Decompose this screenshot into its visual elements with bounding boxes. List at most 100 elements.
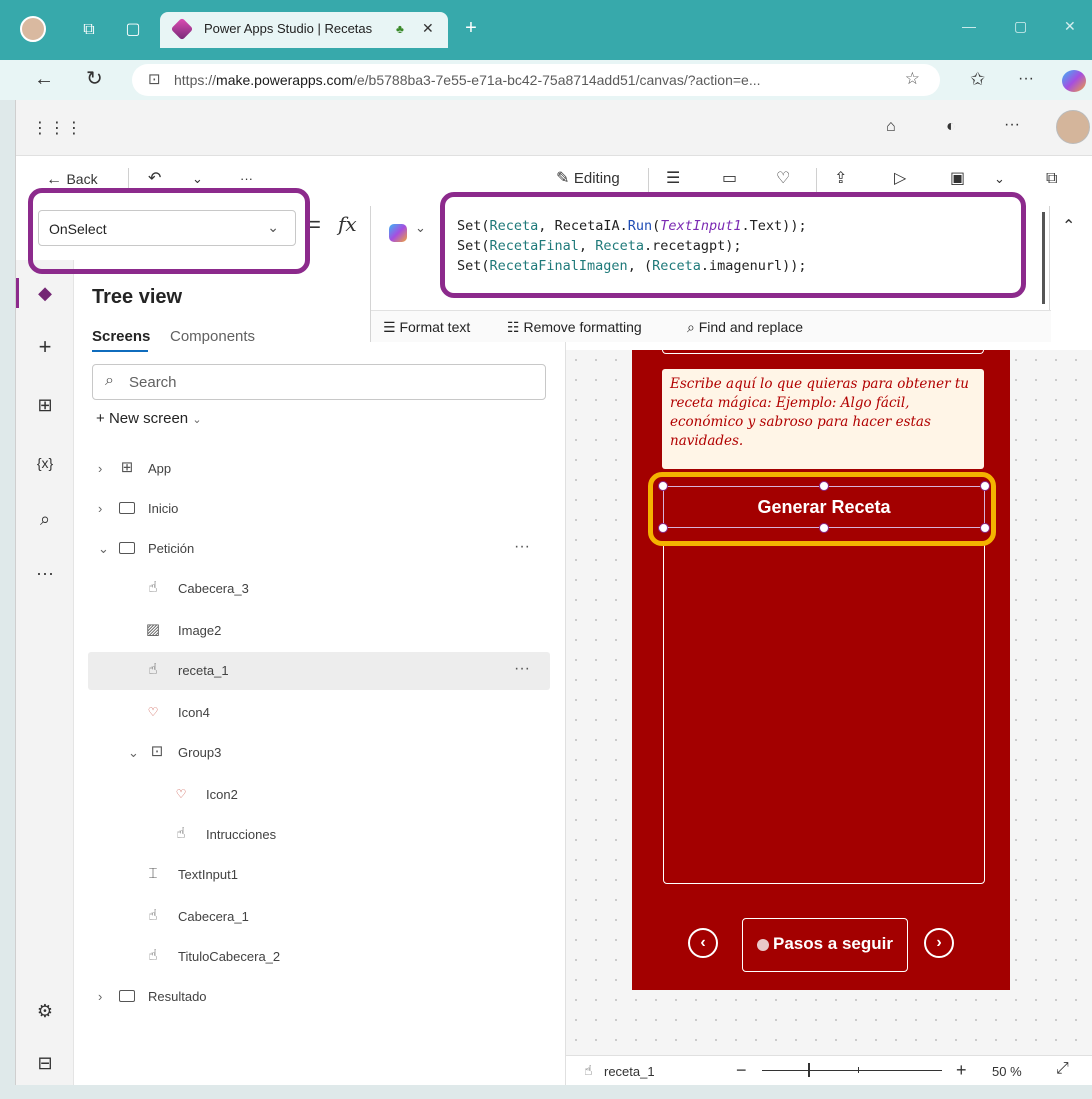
property-dropdown[interactable]: OnSelect ⌄: [38, 210, 296, 246]
next-circle-icon[interactable]: ›: [924, 928, 954, 958]
node-label: TextInput1: [178, 867, 238, 882]
zoom-slider[interactable]: [762, 1063, 942, 1077]
prompt-text-input[interactable]: Escribe aquí lo que quieras para obtener…: [662, 369, 984, 469]
more-options-icon[interactable]: ···: [1018, 68, 1034, 90]
zoom-slider-tick: [858, 1067, 859, 1073]
tree-node-resultado[interactable]: › Resultado: [88, 978, 550, 1016]
generar-receta-button[interactable]: Generar Receta: [663, 486, 985, 528]
tree-node-titulocabecera-2[interactable]: ☝ TituloCabecera_2: [88, 938, 550, 976]
favorites-icon[interactable]: ✩: [970, 68, 985, 90]
copilot-formula-icon[interactable]: [389, 224, 407, 242]
chevron-right-icon[interactable]: ›: [98, 501, 102, 516]
tree-node-app[interactable]: › ⊞ App: [88, 450, 550, 488]
copilot-dropdown-icon[interactable]: ⌄: [415, 220, 426, 236]
zoom-out-icon[interactable]: −: [736, 1060, 747, 1081]
preview-icon[interactable]: ▷: [894, 170, 906, 188]
node-label: Petición: [148, 541, 195, 556]
resize-handle[interactable]: [658, 481, 668, 491]
node-more-icon[interactable]: ···: [514, 660, 530, 678]
tree-node-image2[interactable]: ▨ Image2: [88, 612, 550, 650]
close-window-icon[interactable]: ✕: [1064, 18, 1076, 35]
tree-node-cabecera-3[interactable]: ☝ Cabecera_3: [88, 570, 550, 608]
tree-node-textinput1[interactable]: ⌶ TextInput1: [88, 856, 550, 894]
tree-node-inicio[interactable]: › Inicio: [88, 490, 550, 528]
back-button[interactable]: ← Back: [46, 170, 98, 189]
editor-scrollbar[interactable]: [1042, 212, 1045, 304]
browser-tab-active[interactable]: Power Apps Studio | Recetas ♣ ✕: [160, 12, 448, 48]
environment-icon[interactable]: ⌂: [886, 118, 896, 136]
tree-node-intrucciones[interactable]: ☝ Intrucciones: [88, 816, 550, 854]
back-label: Back: [66, 171, 98, 187]
comments-icon[interactable]: ▭: [722, 170, 737, 188]
app-checker-icon[interactable]: ♡: [776, 170, 790, 188]
undo-icon[interactable]: ↶: [148, 170, 161, 188]
app-launcher-icon[interactable]: ⋮⋮⋮: [32, 118, 83, 138]
remove-formatting-button[interactable]: ☷ Remove formatting: [507, 319, 642, 336]
chevron-right-icon[interactable]: ›: [98, 989, 102, 1004]
copilot-icon[interactable]: [1062, 70, 1086, 92]
new-tab-icon[interactable]: +: [460, 18, 482, 40]
save-icon[interactable]: ▣: [950, 170, 965, 188]
resize-handle[interactable]: [980, 481, 990, 491]
zoom-slider-thumb[interactable]: [808, 1063, 810, 1077]
user-avatar[interactable]: [1056, 110, 1090, 144]
fit-to-window-icon[interactable]: ⤢: [1056, 1060, 1069, 1078]
editing-button[interactable]: ✎ Editing: [556, 170, 620, 188]
variables-icon[interactable]: {x}: [32, 450, 58, 476]
refresh-icon[interactable]: ↻: [86, 68, 103, 90]
layers-icon[interactable]: ◆: [32, 280, 58, 306]
tree-node-peticion[interactable]: ⌄ Petición ···: [88, 530, 550, 568]
tab-components[interactable]: Components: [170, 328, 255, 345]
design-canvas[interactable]: Escribe aquí lo que quieras para obtener…: [566, 350, 1092, 1055]
formula-editor[interactable]: ⌄ Set(Receta, RecetaIA.Run(TextInput1.Te…: [370, 206, 1051, 342]
virtual-agent-icon[interactable]: ⊟: [32, 1050, 58, 1076]
tab-actions-icon[interactable]: ▢: [122, 20, 144, 42]
profile-avatar[interactable]: [20, 16, 46, 42]
data-icon[interactable]: ⊞: [32, 392, 58, 418]
health-icon[interactable]: ◐: [946, 118, 956, 136]
url-field[interactable]: ⊡ https://make.powerapps.com/e/b5788ba3-…: [132, 64, 940, 96]
cmd-more-icon[interactable]: ···: [240, 170, 253, 188]
publish-icon[interactable]: ⧉: [1046, 170, 1057, 188]
collapse-formula-icon[interactable]: ⌃: [1062, 216, 1075, 236]
tree-node-receta-1[interactable]: ☝ receta_1 ···: [88, 652, 550, 690]
favorite-star-icon[interactable]: ☆: [905, 69, 920, 89]
notes-icon[interactable]: ☰: [666, 170, 680, 188]
maximize-icon[interactable]: ▢: [1014, 18, 1027, 35]
save-dropdown-icon[interactable]: ⌄: [994, 170, 1005, 188]
chevron-right-icon[interactable]: ›: [98, 461, 102, 476]
format-text-button[interactable]: ☰ Format text: [383, 319, 470, 336]
insert-icon[interactable]: +: [32, 334, 58, 360]
undo-dropdown-icon[interactable]: ⌄: [192, 170, 203, 188]
resize-handle[interactable]: [980, 523, 990, 533]
search-rail-icon[interactable]: ⌕: [32, 506, 58, 532]
tree-node-cabecera-1[interactable]: ☝ Cabecera_1: [88, 898, 550, 936]
chevron-down-icon[interactable]: ⌄: [128, 745, 139, 761]
equals-sign: =: [308, 212, 321, 237]
page-info-icon[interactable]: ⊡: [148, 70, 161, 88]
resize-handle[interactable]: [819, 523, 829, 533]
resize-handle[interactable]: [658, 523, 668, 533]
new-screen-button[interactable]: + New screen ⌄: [96, 410, 202, 427]
settings-icon[interactable]: ⚙: [32, 998, 58, 1024]
workspaces-icon[interactable]: ⧉: [78, 20, 100, 42]
chevron-down-icon[interactable]: ⌄: [98, 541, 109, 557]
tree-node-group3[interactable]: ⌄ ⊡ Group3: [88, 734, 550, 772]
back-arrow-icon[interactable]: ←: [34, 68, 54, 90]
tree-node-icon2[interactable]: ♡ Icon2: [88, 776, 550, 814]
rail-more-icon[interactable]: ···: [32, 560, 58, 586]
pasos-button[interactable]: Pasos a seguir: [742, 918, 908, 972]
tree-search-input[interactable]: ⌕ Search: [92, 364, 546, 400]
zoom-in-icon[interactable]: +: [956, 1060, 967, 1081]
resize-handle[interactable]: [819, 481, 829, 491]
minimize-icon[interactable]: —: [962, 18, 976, 34]
close-tab-icon[interactable]: ✕: [422, 20, 434, 37]
tab-screens[interactable]: Screens: [92, 328, 150, 345]
find-replace-button[interactable]: ⌕ Find and replace: [687, 319, 803, 336]
node-more-icon[interactable]: ···: [514, 538, 530, 556]
formula-code[interactable]: Set(Receta, RecetaIA.Run(TextInput1.Text…: [457, 216, 807, 276]
share-icon[interactable]: ⇪: [834, 170, 847, 188]
prev-circle-icon[interactable]: ‹: [688, 928, 718, 958]
tree-node-icon4[interactable]: ♡ Icon4: [88, 694, 550, 732]
header-more-icon[interactable]: ···: [1004, 116, 1020, 134]
